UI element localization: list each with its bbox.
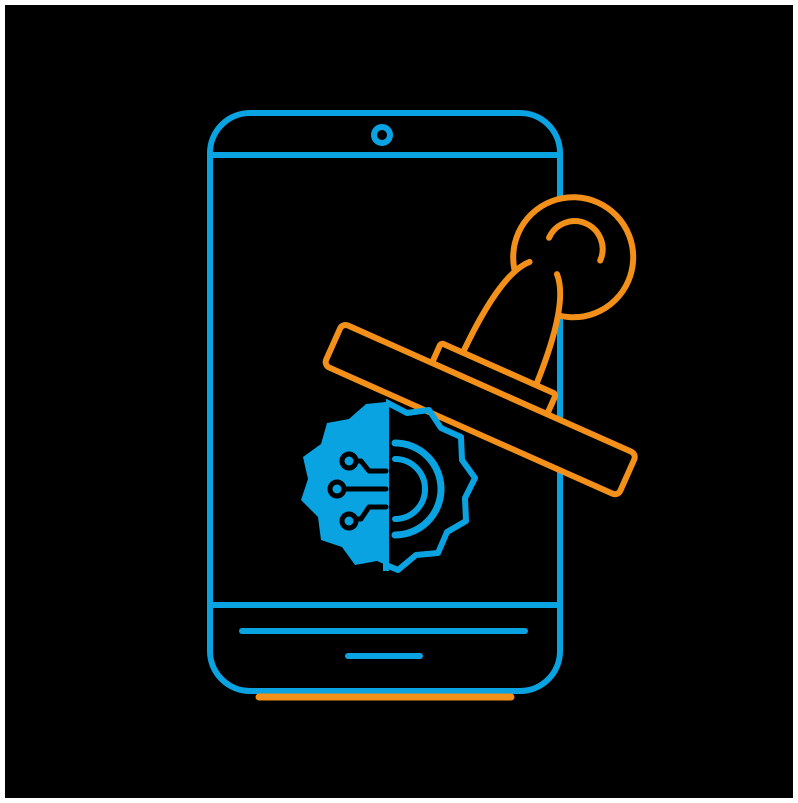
gear-inner-arc-small — [392, 456, 428, 522]
digital-gear-icon — [301, 399, 478, 573]
icon-canvas — [5, 5, 793, 798]
phone-camera — [371, 124, 393, 146]
digital-approval-illustration — [207, 110, 638, 701]
image-frame — [0, 0, 798, 803]
